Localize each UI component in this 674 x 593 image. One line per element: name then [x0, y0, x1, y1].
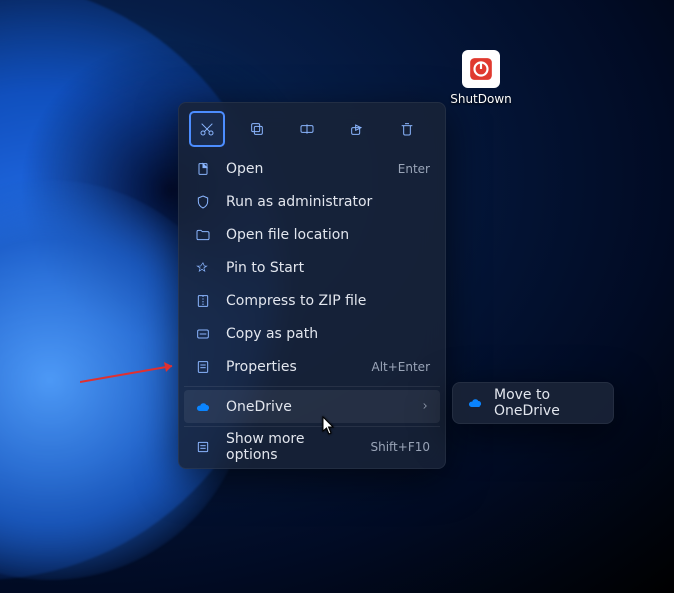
share-icon: [349, 121, 365, 137]
menu-item-label: Run as administrator: [226, 194, 430, 210]
submenu-item-label: Move to OneDrive: [494, 387, 600, 419]
menu-item-label: Open file location: [226, 227, 430, 243]
menu-item-label: OneDrive: [226, 399, 406, 415]
submenu-item-move[interactable]: Move to OneDrive: [458, 388, 608, 418]
cut-button[interactable]: [190, 112, 224, 146]
menu-item-shortcut: Alt+Enter: [371, 360, 430, 374]
delete-icon: [399, 121, 415, 137]
menu-item-label: Compress to ZIP file: [226, 293, 430, 309]
chevron-right-icon: [420, 399, 430, 415]
menu-item-label: Properties: [226, 359, 357, 375]
folder-icon: [194, 226, 212, 244]
menu-item-open-location[interactable]: Open file location: [184, 218, 440, 251]
menu-item-show-more[interactable]: Show more options Shift+F10: [184, 430, 440, 463]
open-icon: [194, 160, 212, 178]
onedrive-icon: [466, 394, 484, 412]
annotation-arrow: [80, 360, 190, 390]
delete-button[interactable]: [390, 112, 424, 146]
separator: [184, 386, 440, 387]
menu-item-label: Copy as path: [226, 326, 430, 342]
menu-item-shortcut: Shift+F10: [370, 440, 430, 454]
zip-icon: [194, 292, 212, 310]
onedrive-submenu: Move to OneDrive: [452, 382, 614, 424]
menu-item-pin-start[interactable]: Pin to Start: [184, 251, 440, 284]
menu-item-label: Pin to Start: [226, 260, 430, 276]
menu-item-compress[interactable]: Compress to ZIP file: [184, 284, 440, 317]
separator: [184, 426, 440, 427]
menu-item-label: Show more options: [226, 431, 356, 463]
rename-icon: [299, 121, 315, 137]
menu-item-onedrive[interactable]: OneDrive: [184, 390, 440, 423]
menu-item-properties[interactable]: Properties Alt+Enter: [184, 350, 440, 383]
properties-icon: [194, 358, 212, 376]
cursor-icon: [322, 416, 336, 436]
menu-item-label: Open: [226, 161, 384, 177]
share-button[interactable]: [340, 112, 374, 146]
menu-item-copy-path[interactable]: Copy as path: [184, 317, 440, 350]
menu-item-open[interactable]: Open Enter: [184, 152, 440, 185]
cut-icon: [199, 121, 215, 137]
desktop-shortcut-label: ShutDown: [450, 92, 512, 106]
copy-button[interactable]: [240, 112, 274, 146]
menu-item-run-admin[interactable]: Run as administrator: [184, 185, 440, 218]
onedrive-icon: [194, 398, 212, 416]
context-toolbar: [184, 108, 440, 152]
rename-button[interactable]: [290, 112, 324, 146]
copy-icon: [249, 121, 265, 137]
path-icon: [194, 325, 212, 343]
context-menu: Open Enter Run as administrator Open fil…: [178, 102, 446, 469]
shield-icon: [194, 193, 212, 211]
more-icon: [194, 438, 212, 456]
shutdown-app-icon: [462, 50, 500, 88]
desktop-shortcut[interactable]: ShutDown: [445, 50, 517, 106]
pin-icon: [194, 259, 212, 277]
menu-item-shortcut: Enter: [398, 162, 430, 176]
